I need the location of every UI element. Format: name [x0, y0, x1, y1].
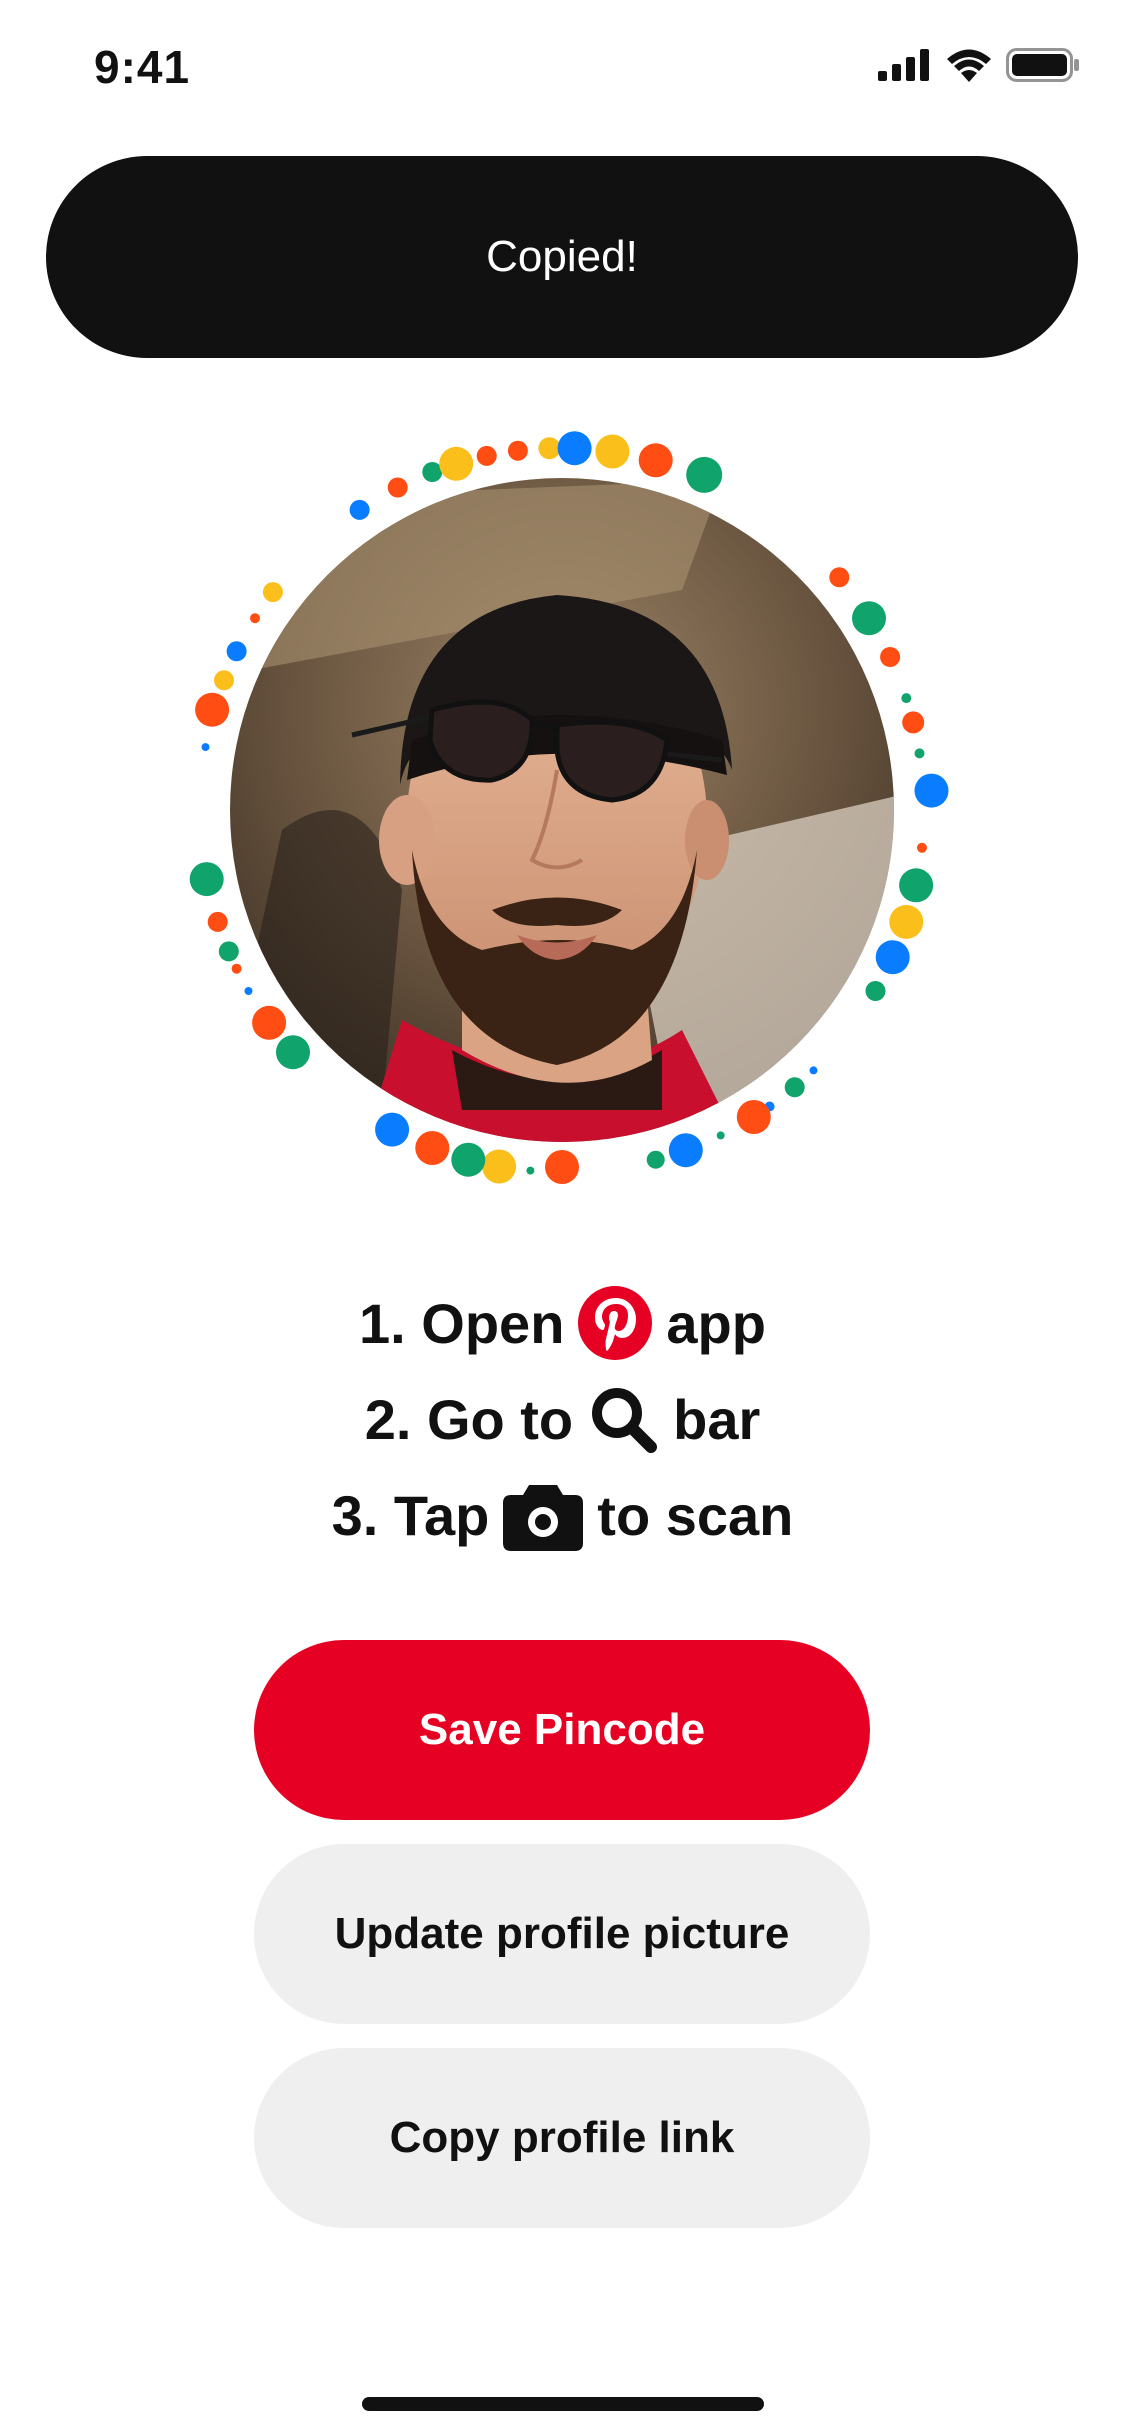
profile-photo	[230, 478, 894, 1142]
status-time: 9:41	[94, 41, 191, 93]
pincode-dot	[852, 601, 886, 636]
pincode-dot	[226, 641, 247, 662]
save-pincode-button[interactable]: Save Pincode	[254, 1640, 870, 1820]
update-profile-picture-button[interactable]: Update profile picture	[254, 1844, 870, 2024]
pincode-dot	[195, 692, 230, 727]
pincode-dot	[595, 434, 630, 469]
pincode-dot	[638, 443, 673, 478]
pincode-dot	[476, 445, 497, 466]
pincode-dot	[875, 940, 910, 975]
pincode-dot	[889, 904, 924, 939]
step-open-app: 1. Open app	[359, 1278, 766, 1368]
pincode-dot	[439, 446, 474, 481]
pincode-graphic	[189, 431, 949, 1184]
step-text: 1. Open	[359, 1291, 565, 1355]
camera-icon	[503, 1479, 584, 1551]
pincode-dot	[668, 1133, 703, 1168]
step-text: 2. Go to	[364, 1387, 574, 1451]
pincode-dot	[880, 647, 901, 667]
pincode	[162, 410, 962, 1210]
pincode-dot	[250, 613, 260, 624]
cellular-signal-icon	[878, 49, 932, 86]
copied-toast: Copied!	[46, 156, 1078, 358]
pincode-dot	[276, 1035, 310, 1070]
pincode-dot	[262, 582, 283, 603]
pincode-dot	[829, 567, 850, 588]
pincode-dot	[646, 1150, 665, 1169]
pincode-dot	[415, 1131, 450, 1165]
pincode-dot	[231, 963, 242, 974]
pincode-dot	[899, 868, 934, 903]
wifi-icon	[946, 48, 992, 87]
pincode-dot	[244, 987, 253, 995]
pincode-dot	[201, 743, 210, 752]
pincode-dot	[214, 670, 234, 691]
pincode-dot	[914, 773, 949, 808]
pinterest-logo-icon	[578, 1286, 653, 1360]
pincode-dot	[917, 842, 927, 853]
toast-message: Copied!	[486, 232, 638, 281]
pincode-dot	[716, 1131, 725, 1140]
copy-profile-link-button[interactable]: Copy profile link	[254, 2048, 870, 2228]
scan-instructions: 1. Open app 2. Go to bar 3. Tap to scan	[0, 1278, 1125, 1560]
step-text: bar	[673, 1387, 761, 1451]
pincode-dot	[545, 1150, 579, 1184]
pincode-dot	[507, 440, 528, 461]
pincode-dot	[451, 1142, 486, 1177]
pincode-dot	[784, 1077, 805, 1098]
pincode-dot	[387, 477, 408, 498]
battery-icon	[1006, 48, 1080, 87]
pincode-dot	[865, 981, 886, 1001]
pincode-dot	[902, 711, 925, 734]
pincode-dot	[538, 437, 561, 460]
search-icon	[587, 1383, 659, 1455]
pincode-dot	[375, 1112, 410, 1147]
pincode-dot	[901, 693, 912, 704]
step-go-to-search: 2. Go to bar	[364, 1374, 761, 1464]
pincode-dot	[686, 456, 723, 493]
pincode-dot	[218, 941, 239, 962]
pincode-dot	[914, 748, 925, 759]
pincode-dot	[189, 862, 224, 897]
step-text: 3. Tap	[331, 1483, 490, 1547]
pincode-dot	[349, 499, 370, 520]
home-indicator[interactable]	[362, 2397, 764, 2411]
step-text: app	[666, 1291, 766, 1355]
pincode-dot	[252, 1005, 287, 1040]
pincode-dot	[482, 1149, 517, 1184]
pincode-dot	[809, 1066, 818, 1075]
status-icons	[878, 48, 1080, 87]
pincode-dot	[207, 911, 228, 932]
pincode-dot	[526, 1166, 535, 1175]
pincode-dot	[736, 1100, 771, 1134]
step-text: to scan	[597, 1483, 794, 1547]
pincode-dot	[557, 431, 592, 466]
step-tap-camera: 3. Tap to scan	[331, 1470, 794, 1560]
status-bar: 9:41	[0, 0, 1125, 140]
pincode-screen: 9:41 Copied! 1. Open app 2. Go to bar 3.…	[0, 0, 1125, 2436]
